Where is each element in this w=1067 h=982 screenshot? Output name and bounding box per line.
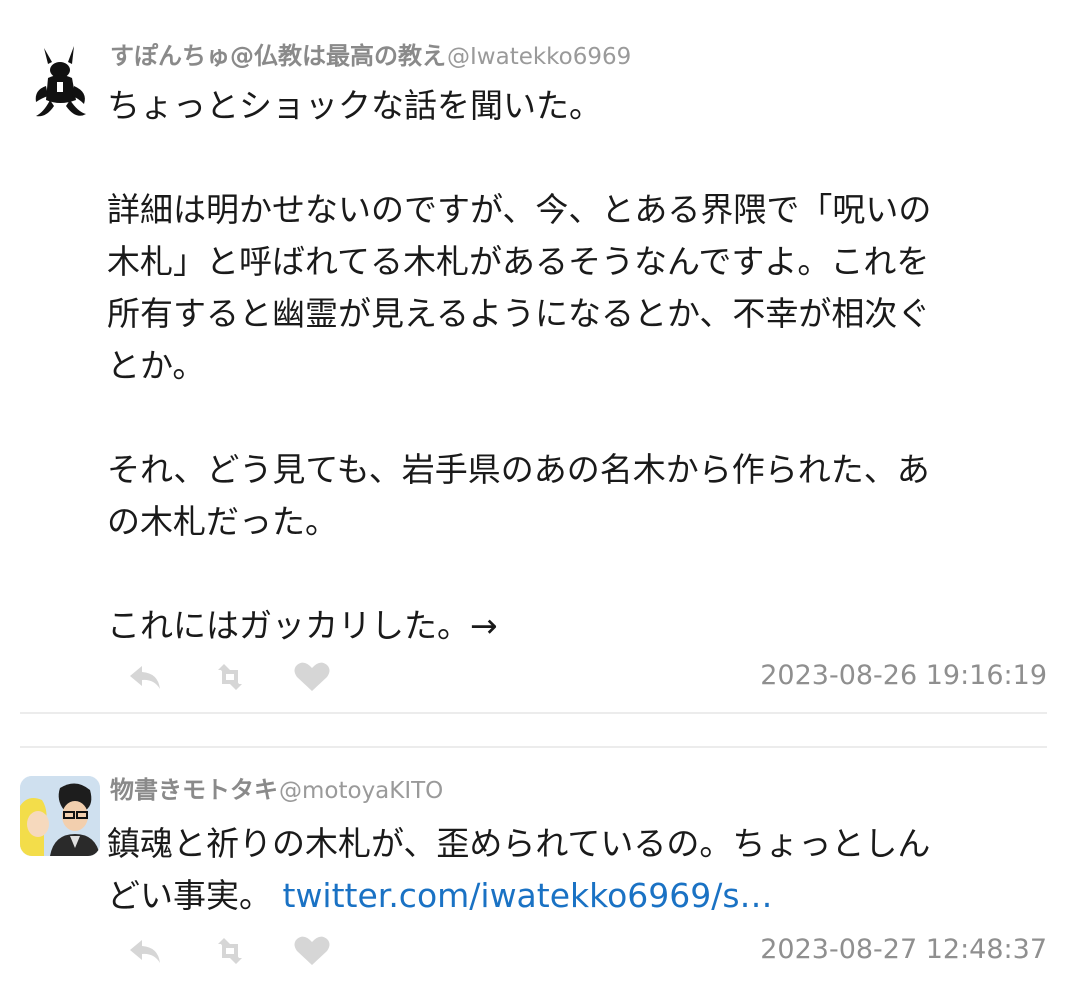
tweet-timestamp[interactable]: 2023-08-26 19:16:19 <box>760 660 1047 691</box>
user-handle[interactable]: @Iwatekko6969 <box>447 44 631 70</box>
like-icon[interactable] <box>292 934 332 968</box>
tweet-header: 物書きモトタキ@motoyaKITO <box>110 770 443 805</box>
tweet-header: すぽんちゅ@仏教は最高の教え@Iwatekko6969 <box>110 36 631 71</box>
tweet-timestamp[interactable]: 2023-08-27 12:48:37 <box>760 934 1047 965</box>
tweet-card: 物書きモトタキ@motoyaKITO 鎮魂と祈りの木札が、歪められているの。ちょ… <box>0 748 1067 982</box>
like-icon[interactable] <box>292 660 332 694</box>
user-handle[interactable]: @motoyaKITO <box>279 778 443 804</box>
tweet-text: ちょっとショックな話を聞いた。 詳細は明かせないのですが、今、とある界隈で「呪い… <box>107 86 932 645</box>
divider <box>20 712 1047 714</box>
tweet-text: 鎮魂と祈りの木札が、歪められているの。ちょっとしん どい事実。 twitter.… <box>107 818 1027 922</box>
retweet-icon[interactable] <box>210 934 250 968</box>
reply-icon[interactable] <box>126 660 166 694</box>
user-avatar[interactable] <box>20 776 100 856</box>
tweet-card: すぽんちゅ@仏教は最高の教え@Iwatekko6969 ちょっとショックな話を聞… <box>0 0 1067 712</box>
tweet-link[interactable]: twitter.com/iwatekko6969/s… <box>283 876 773 915</box>
reply-icon[interactable] <box>126 934 166 968</box>
display-name[interactable]: 物書きモトタキ <box>110 776 278 804</box>
display-name[interactable]: すぽんちゅ@仏教は最高の教え <box>110 42 446 70</box>
user-avatar[interactable] <box>30 42 92 122</box>
retweet-icon[interactable] <box>210 660 250 694</box>
